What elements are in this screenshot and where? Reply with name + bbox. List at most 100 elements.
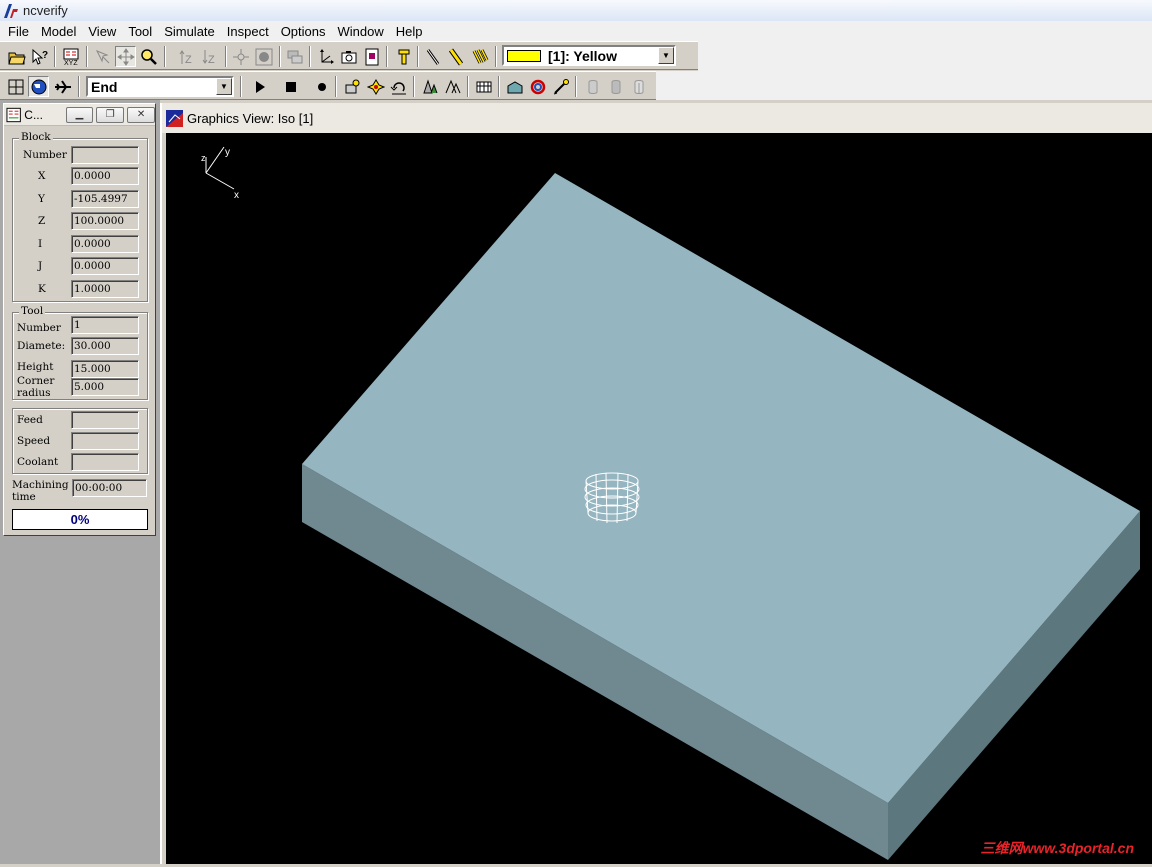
svg-text:Z: Z: [208, 54, 215, 66]
feed-field: [71, 411, 139, 429]
graphics-viewport[interactable]: z y x 三维网www.3dportal.cn: [166, 133, 1152, 864]
speed-label: Speed: [17, 435, 51, 447]
axis-button[interactable]: [315, 46, 336, 67]
feed-label: Feed: [17, 414, 43, 426]
tool-holder-button[interactable]: [445, 46, 466, 67]
measure-button[interactable]: [550, 76, 571, 97]
block-j-label: J: [38, 260, 43, 272]
tool-multi-button[interactable]: [469, 46, 490, 67]
tool-diameter-field: 30.000: [71, 337, 139, 355]
target-button[interactable]: [527, 76, 548, 97]
tool-number-label: Number: [17, 322, 61, 334]
stop-button[interactable]: [280, 76, 301, 97]
tool-path-button[interactable]: [422, 46, 443, 67]
open-folder-icon: [7, 52, 26, 64]
color-swatch: [507, 49, 541, 62]
z-up-button[interactable]: Z: [176, 46, 197, 67]
toolbar-separator: [78, 76, 80, 97]
menu-inspect[interactable]: Inspect: [221, 24, 275, 39]
color-select[interactable]: [1]: Yellow ▼: [502, 45, 676, 66]
camera-icon: [341, 50, 356, 63]
minimize-button[interactable]: ▁: [65, 106, 94, 123]
cylinder-icon: [588, 79, 597, 94]
title-bar: ncverify: [0, 0, 1152, 21]
menu-window[interactable]: Window: [332, 24, 390, 39]
block-k-label: K: [38, 283, 46, 295]
chevron-down-icon[interactable]: ▼: [216, 78, 232, 95]
coolant-field: [71, 453, 139, 471]
open-folder-button[interactable]: [6, 46, 27, 67]
cylinder-button-3[interactable]: [628, 76, 649, 97]
fit-circle-icon: [255, 48, 272, 65]
stop-icon: [285, 81, 296, 92]
fast-forward-button[interactable]: [52, 76, 73, 97]
tool-height-field: 15.000: [71, 360, 139, 378]
graphics-view-icon: [166, 109, 183, 127]
z-down-icon: Z: [202, 49, 215, 66]
menu-options[interactable]: Options: [275, 24, 332, 39]
select-arrow-icon: [95, 49, 109, 63]
center-button[interactable]: [230, 46, 251, 67]
toolbar-separator: [279, 46, 281, 67]
gouge-button[interactable]: [442, 76, 463, 97]
collision-button[interactable]: [365, 76, 386, 97]
menu-bar: File Model View Tool Simulate Inspect Op…: [0, 21, 1152, 41]
camera-button[interactable]: [338, 46, 359, 67]
block-z-label: Z: [38, 215, 46, 227]
block-number-field: [71, 146, 139, 164]
cylinder-button-2[interactable]: [605, 76, 626, 97]
svg-text:Z: Z: [185, 54, 192, 66]
svg-text:XYZ: XYZ: [64, 60, 78, 66]
progress-text: 0%: [70, 512, 90, 527]
target-ring-icon: [530, 79, 545, 94]
z-down-button[interactable]: Z: [199, 46, 220, 67]
toolbar-separator: [498, 76, 500, 97]
menu-tool[interactable]: Tool: [122, 24, 158, 39]
machine-button[interactable]: [473, 76, 494, 97]
menu-model[interactable]: Model: [35, 24, 82, 39]
tool-button[interactable]: [393, 46, 414, 67]
globe-view-button[interactable]: [28, 76, 49, 97]
help-pointer-button[interactable]: ?: [29, 46, 50, 67]
verify-button[interactable]: [342, 76, 363, 97]
menu-view[interactable]: View: [82, 24, 122, 39]
block-z-field: 100.0000: [71, 212, 139, 230]
model-view-button[interactable]: [5, 76, 26, 97]
jet-icon: [54, 79, 71, 94]
stock-button[interactable]: [504, 76, 525, 97]
zoom-magnifier-icon: [140, 48, 157, 65]
select-button[interactable]: [92, 46, 113, 67]
play-button[interactable]: [249, 76, 270, 97]
toolbar-background: [698, 41, 1152, 100]
compare-button[interactable]: [419, 76, 440, 97]
mode-select[interactable]: End ▼: [86, 76, 234, 97]
restore-button[interactable]: ❐: [96, 106, 125, 123]
menu-help[interactable]: Help: [390, 24, 429, 39]
pan-button[interactable]: [115, 46, 136, 67]
axis-x-label: x: [234, 190, 239, 201]
menu-simulate[interactable]: Simulate: [158, 24, 221, 39]
cylinder-button-1[interactable]: [582, 76, 603, 97]
tool-height-label: Height: [17, 361, 54, 373]
model-tree-icon: [8, 79, 23, 94]
window-title: ncverify: [23, 3, 68, 18]
zoom-button[interactable]: [138, 46, 159, 67]
toolbar-separator: [309, 46, 311, 67]
layers-icon: [287, 50, 302, 63]
undo-button[interactable]: [388, 76, 409, 97]
xyz-readout-button[interactable]: XYZ: [60, 46, 81, 67]
close-button[interactable]: ✕: [127, 106, 155, 123]
menu-file[interactable]: File: [2, 24, 35, 39]
chevron-down-icon[interactable]: ▼: [658, 47, 674, 64]
xyz-grid-icon: XYZ: [63, 48, 78, 66]
record-button[interactable]: [311, 76, 332, 97]
print-button[interactable]: [361, 46, 382, 67]
machining-label: Machining: [12, 479, 69, 491]
layers-button[interactable]: [284, 46, 305, 67]
fit-view-button[interactable]: [253, 46, 274, 67]
toolbar-separator: [54, 46, 56, 67]
main-toolbar: ? XYZ Z Z [1]: Yellow ▼: [0, 41, 698, 70]
endmill-tool-icon: [398, 49, 409, 64]
block-i-label: I: [38, 238, 43, 250]
toolbar-separator: [417, 46, 419, 67]
